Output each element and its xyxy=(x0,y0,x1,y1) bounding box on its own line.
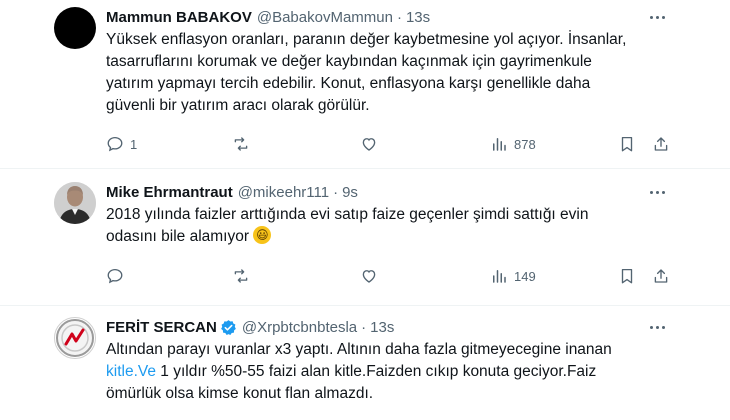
tweet-actions: 149 xyxy=(106,266,676,286)
tweet-text-line: tasarruflarını korumak ve değer kaybında… xyxy=(106,53,592,70)
tweet-text-line: ömürlük olsa kimse konut flan almazdı. xyxy=(106,385,374,402)
red-logo-avatar-image xyxy=(56,319,94,357)
view-count: 149 xyxy=(514,268,536,284)
more-options-icon[interactable] xyxy=(650,184,665,200)
timestamp[interactable]: 13s xyxy=(406,9,430,26)
reply-icon xyxy=(107,268,123,284)
tweet-text-segment: 1 yıldır %50-55 faizi alan kitle.Faizden… xyxy=(160,363,597,380)
verified-badge-icon xyxy=(220,319,236,335)
reply-count: 1 xyxy=(130,136,138,152)
author-name[interactable]: Mammun BABAKOV xyxy=(106,9,252,26)
share-button[interactable] xyxy=(652,266,670,286)
timestamp[interactable]: 13s xyxy=(370,319,394,336)
bookmark-button[interactable] xyxy=(618,134,636,154)
tweet-header: FERİT SERCAN @Xrpbtcbnbtesla · 13s xyxy=(106,317,394,337)
tweet-text-line: yatırım yapmayı tercih edebilir. Konut, … xyxy=(106,75,591,92)
smiley-emoji: 😃 xyxy=(253,226,272,244)
bookmark-button[interactable] xyxy=(618,266,636,286)
tweet-text-line: kitle.Ve 1 yıldır %50-55 faizi alan kitl… xyxy=(106,361,686,383)
bookmark-icon xyxy=(621,136,633,152)
tweet-text-line: 2018 yılında faizler arttığında evi satı… xyxy=(106,206,589,223)
tweet-text: Yüksek enflasyon oranları, paranın değer… xyxy=(106,29,686,117)
analytics-icon xyxy=(493,270,506,283)
retweet-icon xyxy=(234,137,248,151)
tweet[interactable]: Mammun BABAKOV @BabakovMammun · 13s Yüks… xyxy=(0,7,730,167)
more-options-icon[interactable] xyxy=(650,9,665,25)
tweet-text-line: odasını bile alamıyor 😃 xyxy=(106,226,686,248)
tweet-text: 2018 yılında faizler arttığında evi satı… xyxy=(106,204,686,248)
author-handle[interactable]: @mikeehr111 xyxy=(238,184,329,201)
more-options-icon[interactable] xyxy=(650,319,665,335)
tweet[interactable]: Mike Ehrmantraut @mikeehr111 · 9s 2018 y… xyxy=(0,182,730,302)
separator-dot: · xyxy=(361,318,367,336)
tweet-text-line: Altından parayı vuranlar x3 yaptı. Altın… xyxy=(106,341,612,358)
view-count: 878 xyxy=(514,136,536,152)
avatar[interactable] xyxy=(54,317,96,359)
retweet-button[interactable] xyxy=(232,134,250,154)
tweet[interactable]: FERİT SERCAN @Xrpbtcbnbtesla · 13s Altın… xyxy=(0,317,730,420)
author-handle[interactable]: @Xrpbtcbnbtesla xyxy=(242,319,357,336)
tweet-text: Altından parayı vuranlar x3 yaptı. Altın… xyxy=(106,339,686,405)
tweet-actions: 1 878 xyxy=(106,134,676,154)
bald-man-avatar-image xyxy=(54,182,96,224)
avatar[interactable] xyxy=(54,182,96,224)
views-button[interactable]: 878 xyxy=(490,134,536,154)
views-button[interactable]: 149 xyxy=(490,266,536,286)
avatar[interactable] xyxy=(54,7,96,49)
timestamp[interactable]: 9s xyxy=(342,184,358,201)
tweet-text-segment: odasını bile alamıyor xyxy=(106,228,250,245)
retweet-icon xyxy=(234,269,248,283)
tweet-link[interactable]: kitle.Ve xyxy=(106,363,156,380)
author-handle[interactable]: @BabakovMammun xyxy=(257,9,393,26)
author-name[interactable]: Mike Ehrmantraut xyxy=(106,184,233,201)
like-button[interactable] xyxy=(360,134,378,154)
heart-icon xyxy=(362,138,376,151)
separator-dot: · xyxy=(333,183,339,201)
reply-button[interactable] xyxy=(106,266,124,286)
share-button[interactable] xyxy=(652,134,670,154)
share-icon xyxy=(654,137,668,151)
share-icon xyxy=(654,269,668,283)
analytics-icon xyxy=(493,138,506,151)
tweet-header: Mammun BABAKOV @BabakovMammun · 13s xyxy=(106,7,430,27)
heart-icon xyxy=(362,270,376,283)
like-button[interactable] xyxy=(360,266,378,286)
bookmark-icon xyxy=(621,268,633,284)
reply-icon xyxy=(107,136,123,152)
separator-dot: · xyxy=(396,8,402,26)
tweet-text-line: güvenli bir yatırım aracı olarak görülür… xyxy=(106,97,370,114)
tweet-text-line: Yüksek enflasyon oranları, paranın değer… xyxy=(106,31,627,48)
divider xyxy=(0,168,730,169)
reply-button[interactable]: 1 xyxy=(106,134,137,154)
divider xyxy=(0,305,730,306)
author-name[interactable]: FERİT SERCAN xyxy=(106,319,217,336)
retweet-button[interactable] xyxy=(232,266,250,286)
tweet-header: Mike Ehrmantraut @mikeehr111 · 9s xyxy=(106,182,358,202)
